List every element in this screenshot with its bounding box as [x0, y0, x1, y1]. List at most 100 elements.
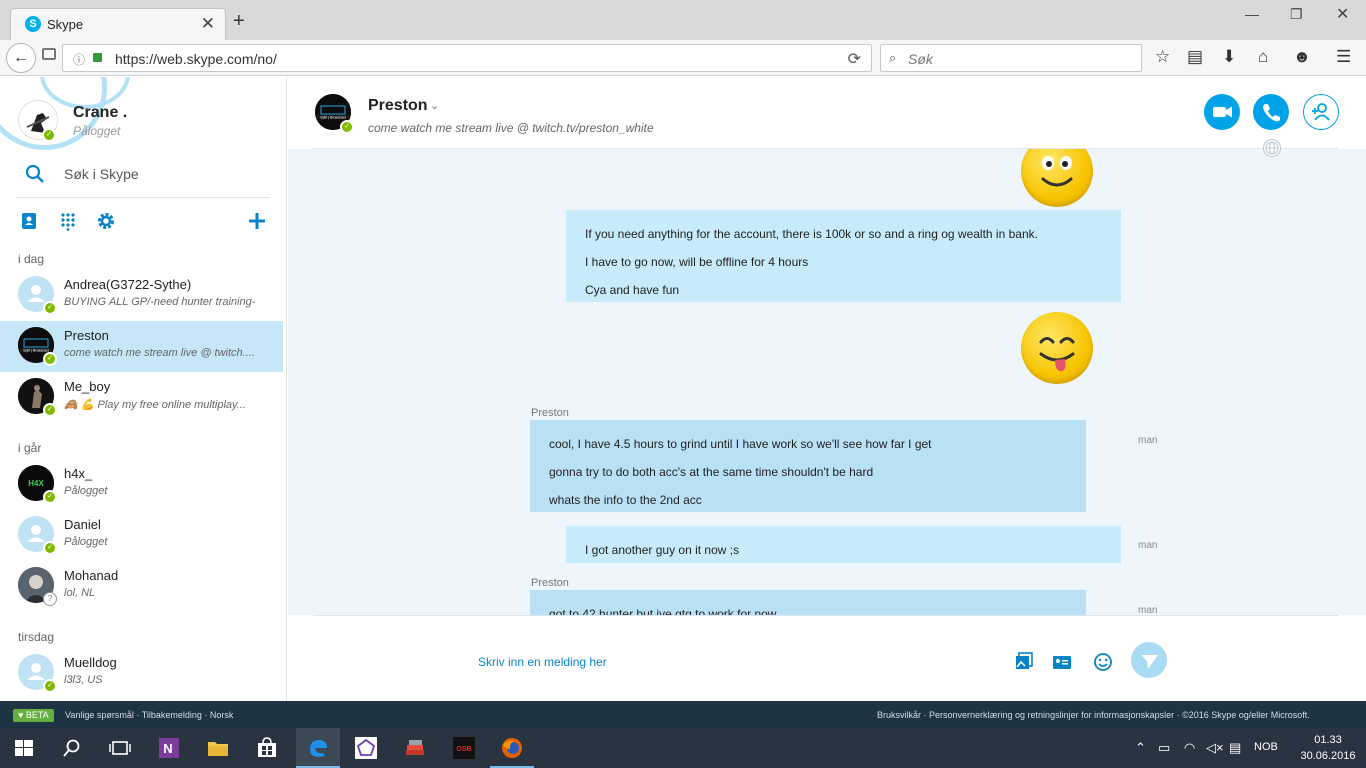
- contact-mood: come watch me stream live @ twitch....: [64, 347, 255, 359]
- footer-left-links[interactable]: Vanlige spørsmål · Tilbakemelding · Nors…: [65, 710, 233, 720]
- tab-close-icon[interactable]: ✕: [201, 14, 215, 34]
- address-bar[interactable]: ⓘ https://web.skype.com/no/ ⟳: [62, 44, 872, 72]
- svg-text:OSB: OSB: [456, 746, 471, 753]
- message-incoming[interactable]: cool, I have 4.5 hours to grind until I …: [530, 420, 1086, 512]
- skype-footer: ♥ BETA Vanlige spørsmål · Tilbakemelding…: [0, 701, 1366, 728]
- battery-icon[interactable]: ▭: [1158, 740, 1170, 756]
- browser-tab-skype[interactable]: S Skype ✕: [10, 8, 226, 40]
- new-tab-button[interactable]: +: [233, 10, 245, 33]
- window-close-icon[interactable]: ✕: [1336, 4, 1349, 24]
- contact-name: Me_boy: [64, 379, 111, 394]
- profile-status[interactable]: Pålogget: [73, 124, 120, 138]
- store-icon[interactable]: [255, 736, 279, 760]
- contact-item-mohanad[interactable]: ? Mohanad lol, NL: [0, 561, 283, 612]
- conversation-header: Split | Broadcast ✓ Preston ⌄ come watch…: [288, 77, 1366, 149]
- compose-area: Skriv inn en melding her: [288, 615, 1366, 701]
- paint-app-icon[interactable]: [354, 736, 378, 760]
- settings-gear-icon[interactable]: [96, 211, 116, 231]
- emoticon-picker-icon[interactable]: [1092, 651, 1114, 673]
- file-explorer-icon[interactable]: [206, 736, 230, 760]
- footer-right-links[interactable]: Bruksvilkår · Personvernerklæring og ret…: [877, 710, 1310, 720]
- contacts-icon[interactable]: [19, 211, 39, 231]
- send-image-icon[interactable]: [1013, 651, 1035, 673]
- search-icon[interactable]: [60, 736, 84, 760]
- tab-title: Skype: [47, 17, 84, 32]
- action-center-icon[interactable]: ▤: [1229, 740, 1241, 756]
- onenote-icon[interactable]: N: [157, 736, 181, 760]
- wifi-icon[interactable]: ◠: [1184, 740, 1195, 756]
- message-line: got to 42 hunter but ive gtg to work for…: [549, 607, 777, 615]
- info-icon[interactable]: ⓘ: [73, 51, 85, 68]
- message-timestamp: man: [1138, 435, 1158, 446]
- video-camera-icon: [1213, 106, 1232, 118]
- chevron-down-icon[interactable]: ⌄: [430, 99, 439, 112]
- show-hidden-icons-icon[interactable]: ⌃: [1135, 740, 1146, 756]
- online-status-icon: ✓: [43, 490, 57, 504]
- contact-item-me-boy[interactable]: ✓ Me_boy 🙈 💪 Play my free online multipl…: [0, 372, 283, 423]
- task-view-icon[interactable]: [108, 736, 132, 760]
- back-button[interactable]: ←: [6, 43, 36, 73]
- browser-search-field[interactable]: ⌕ Søk: [880, 44, 1142, 72]
- history-icon[interactable]: [42, 48, 56, 60]
- windows-start-icon[interactable]: [12, 736, 36, 760]
- message-list[interactable]: If you need anything for the account, th…: [288, 149, 1366, 615]
- search-icon[interactable]: [25, 164, 45, 184]
- system-clock[interactable]: 01.33 30.06.2016: [1300, 732, 1356, 764]
- contact-item-andrea[interactable]: ✓ Andrea(G3722-Sythe) BUYING ALL GP/-nee…: [0, 270, 283, 321]
- send-contact-icon[interactable]: [1051, 651, 1073, 673]
- reload-icon[interactable]: ⟳: [848, 49, 861, 69]
- language-indicator[interactable]: NOB: [1254, 741, 1278, 753]
- add-participant-button[interactable]: [1303, 94, 1339, 130]
- beta-badge[interactable]: ♥ BETA: [13, 709, 54, 722]
- add-icon[interactable]: [247, 211, 267, 231]
- emoji-addon-icon[interactable]: ☻: [1293, 47, 1311, 67]
- online-status-icon: ✓: [42, 128, 56, 142]
- message-input[interactable]: Skriv inn en melding her: [478, 655, 607, 669]
- contact-mood: BUYING ALL GP/-need hunter training-: [64, 296, 256, 308]
- taskbar-running-indicator: [490, 728, 534, 768]
- dialpad-icon[interactable]: [58, 211, 78, 231]
- bookmark-star-icon[interactable]: ☆: [1155, 47, 1170, 67]
- message-line: whats the info to the 2nd acc: [549, 493, 702, 507]
- skype-favicon-icon: S: [25, 16, 41, 32]
- sidebar: ✓ Crane . Pålogget Søk i Skype i dag ✓ A…: [0, 77, 287, 701]
- online-status-icon: ✓: [43, 679, 57, 693]
- contact-item-h4x[interactable]: H4X ✓ h4x_ Pålogget: [0, 459, 283, 510]
- message-outgoing[interactable]: I got another guy on it now ;s: [566, 526, 1121, 563]
- lock-icon: [93, 53, 102, 62]
- contact-item-muelldog[interactable]: ✓ Muelldog l3l3, US: [0, 648, 283, 699]
- mood-emoji: 🙈 💪: [64, 399, 95, 411]
- message-outgoing[interactable]: If you need anything for the account, th…: [566, 210, 1121, 302]
- svg-text:Split | Broadcast: Split | Broadcast: [320, 116, 345, 120]
- online-status-icon: ✓: [43, 541, 57, 555]
- home-icon[interactable]: ⌂: [1258, 47, 1268, 67]
- profile-name[interactable]: Crane .: [73, 104, 127, 122]
- conversation-title[interactable]: Preston: [368, 97, 428, 115]
- minimize-icon[interactable]: —: [1245, 6, 1259, 22]
- contact-item-preston[interactable]: Split | Broadcast ✓ Preston come watch m…: [0, 321, 283, 372]
- send-button[interactable]: [1131, 642, 1167, 678]
- skype-search-field[interactable]: Søk i Skype: [64, 166, 139, 182]
- section-header-tuesday: tirsdag: [18, 630, 55, 644]
- books-app-icon[interactable]: [403, 736, 427, 760]
- message-sender: Preston: [531, 577, 569, 589]
- audio-call-button[interactable]: [1253, 94, 1289, 130]
- contact-item-daniel[interactable]: ✓ Daniel Pålogget: [0, 510, 283, 561]
- message-incoming[interactable]: got to 42 hunter but ive gtg to work for…: [530, 590, 1086, 615]
- url-text[interactable]: https://web.skype.com/no/: [115, 51, 277, 67]
- restore-icon[interactable]: ❐: [1290, 6, 1303, 23]
- svg-text:Split | Broadcast: Split | Broadcast: [23, 349, 48, 353]
- edge-browser-icon[interactable]: [306, 736, 330, 760]
- download-icon[interactable]: ⬇: [1222, 47, 1236, 67]
- contact-name: Mohanad: [64, 568, 119, 583]
- contact-name: Andrea(G3722-Sythe): [64, 277, 192, 292]
- message-sender: Preston: [531, 407, 569, 419]
- menu-icon[interactable]: ☰: [1336, 47, 1351, 67]
- section-header-yesterday: i går: [18, 441, 42, 455]
- clock-date: 30.06.2016: [1300, 750, 1356, 762]
- reading-list-icon[interactable]: ▤: [1187, 47, 1203, 67]
- video-call-button[interactable]: [1204, 94, 1240, 130]
- volume-icon[interactable]: ◁×: [1206, 740, 1224, 756]
- message-line: cool, I have 4.5 hours to grind until I …: [549, 437, 932, 451]
- osbuddy-icon[interactable]: OSB: [452, 736, 476, 760]
